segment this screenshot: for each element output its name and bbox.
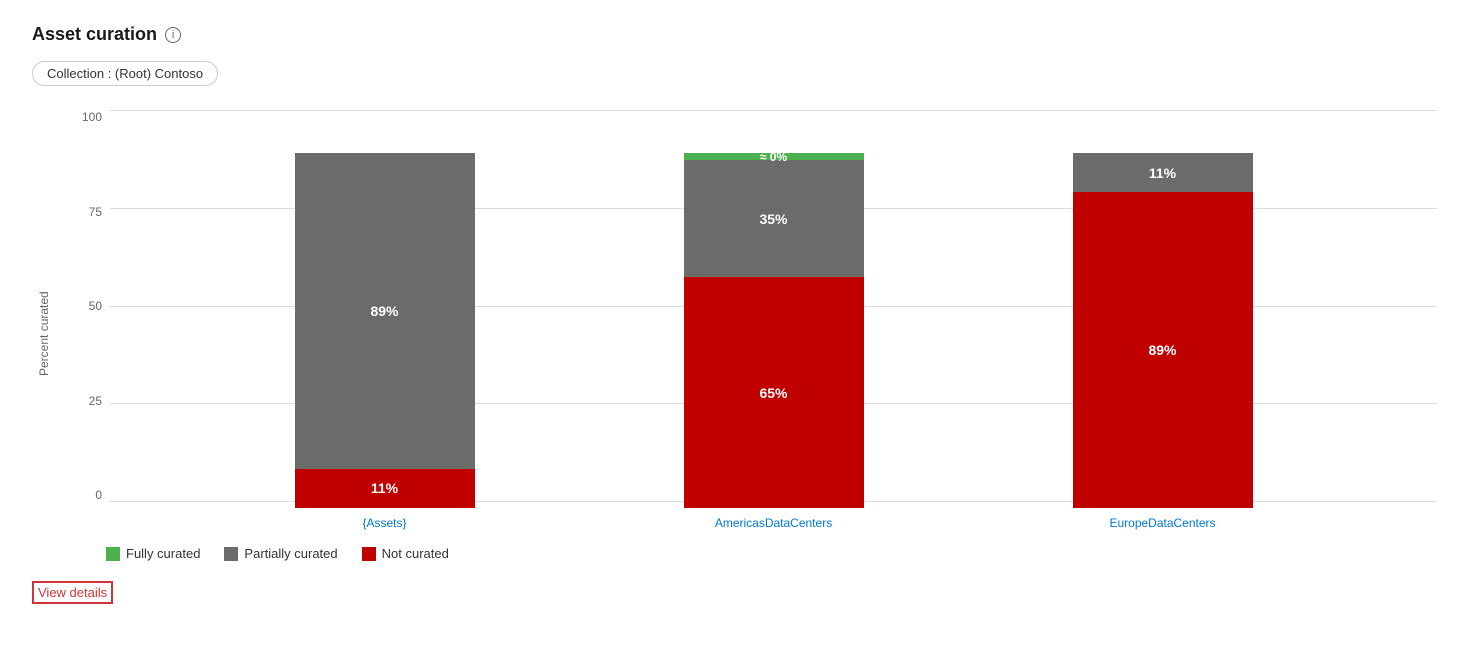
chart-plot: 11% 89% {Assets} 65% 35% ≈ 0%: [110, 110, 1437, 530]
legend-label-fully-curated: Fully curated: [126, 546, 200, 561]
chart-container: Percent curated 0 25 50 75 100: [32, 110, 1437, 530]
bar-group-assets: 11% 89% {Assets}: [295, 153, 475, 530]
legend-label-partially-curated: Partially curated: [244, 546, 337, 561]
bar-group-europe: 89% 11% EuropeDataCenters: [1073, 153, 1253, 530]
bar-stack-assets: 11% 89%: [295, 153, 475, 508]
bar-segment-americas-partial: 35%: [684, 160, 864, 277]
legend-color-not-curated: [362, 547, 376, 561]
view-details-link[interactable]: View details: [32, 581, 113, 604]
legend-label-not-curated: Not curated: [382, 546, 449, 561]
y-label-25: 25: [60, 394, 110, 408]
y-label-50: 50: [60, 299, 110, 313]
legend-color-fully-curated: [106, 547, 120, 561]
bar-stack-americas: 65% 35% ≈ 0%: [684, 153, 864, 508]
bar-stack-europe: 89% 11%: [1073, 153, 1253, 508]
bar-segment-assets-not-curated: 11%: [295, 469, 475, 508]
bar-x-label-assets: {Assets}: [362, 516, 406, 530]
y-label-0: 0: [60, 488, 110, 502]
legend-item-fully-curated: Fully curated: [106, 546, 200, 561]
page-title-row: Asset curation i: [32, 24, 1437, 45]
bar-segment-americas-full: ≈ 0%: [684, 153, 864, 160]
y-label-75: 75: [60, 205, 110, 219]
legend-item-not-curated: Not curated: [362, 546, 449, 561]
legend: Fully curated Partially curated Not cura…: [106, 546, 1437, 561]
info-icon[interactable]: i: [165, 27, 181, 43]
bar-segment-europe-partial: 11%: [1073, 153, 1253, 192]
bar-segment-americas-not-curated: 65%: [684, 277, 864, 508]
collection-filter-button[interactable]: Collection : (Root) Contoso: [32, 61, 218, 86]
grid-and-bars: 11% 89% {Assets} 65% 35% ≈ 0%: [110, 110, 1437, 530]
bar-x-label-europe: EuropeDataCenters: [1109, 516, 1215, 530]
y-label-100: 100: [60, 110, 110, 124]
bar-segment-europe-not-curated: 89%: [1073, 192, 1253, 508]
y-axis: 0 25 50 75 100: [60, 110, 110, 530]
y-axis-title: Percent curated: [32, 110, 56, 530]
bar-x-label-americas: AmericasDataCenters: [715, 516, 832, 530]
page-title: Asset curation: [32, 24, 157, 45]
legend-item-partially-curated: Partially curated: [224, 546, 337, 561]
bar-group-americas: 65% 35% ≈ 0% AmericasDataCenters: [684, 153, 864, 530]
bars-row: 11% 89% {Assets} 65% 35% ≈ 0%: [110, 110, 1437, 530]
bar-segment-assets-partial: 89%: [295, 153, 475, 469]
legend-color-partially-curated: [224, 547, 238, 561]
